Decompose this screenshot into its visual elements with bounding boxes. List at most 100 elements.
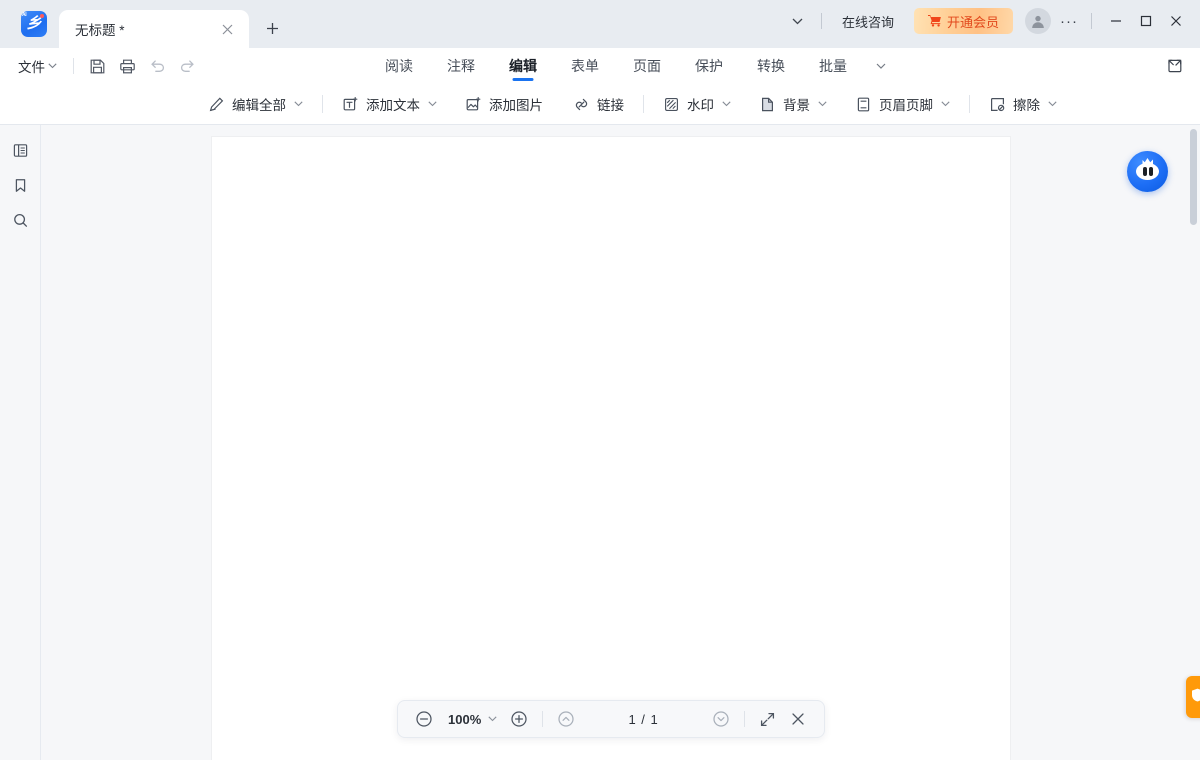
erase-icon xyxy=(989,96,1006,113)
ribbon-toolbar: 编辑全部 添加文本 添加图片 链接 水印 背景 页眉页脚 擦除 xyxy=(0,84,1200,125)
tab-annotate-label: 注释 xyxy=(447,58,475,74)
save-icon[interactable] xyxy=(84,53,110,79)
zoom-in-icon[interactable] xyxy=(507,707,531,731)
file-menu-button[interactable]: 文件 xyxy=(12,52,63,80)
tab-batch[interactable]: 批量 xyxy=(802,48,864,84)
minimize-window-button[interactable] xyxy=(1102,8,1130,34)
tab-form[interactable]: 表单 xyxy=(554,48,616,84)
menu-bar: 文件 阅读 注释 编辑 表单 页面 保护 转换 批量 xyxy=(0,48,1200,84)
erase-button[interactable]: 擦除 xyxy=(981,90,1065,118)
vertical-scrollbar[interactable] xyxy=(1188,125,1200,760)
online-consult-button[interactable]: 在线咨询 xyxy=(832,7,904,36)
maximize-window-button[interactable] xyxy=(1132,8,1160,34)
ai-assistant-bubble[interactable] xyxy=(1127,151,1168,192)
tab-protect-label: 保护 xyxy=(695,58,723,74)
tab-form-label: 表单 xyxy=(571,58,599,74)
account-avatar-icon[interactable] xyxy=(1025,8,1051,34)
tab-edit[interactable]: 编辑 xyxy=(492,48,554,84)
tab-read-label: 阅读 xyxy=(385,58,413,74)
tab-convert-label: 转换 xyxy=(757,58,785,74)
background-label: 背景 xyxy=(783,98,810,113)
tab-page[interactable]: 页面 xyxy=(616,48,678,84)
more-options-icon[interactable]: ··· xyxy=(1057,9,1081,33)
undo-icon[interactable] xyxy=(144,53,170,79)
close-window-button[interactable] xyxy=(1162,8,1190,34)
expand-window-icon[interactable] xyxy=(1162,53,1188,79)
chevron-down-icon[interactable] xyxy=(722,99,731,109)
divider xyxy=(643,95,644,113)
chevron-down-icon[interactable] xyxy=(1048,99,1057,109)
cart-icon xyxy=(927,14,942,29)
divider xyxy=(542,711,544,727)
add-text-button[interactable]: 添加文本 xyxy=(334,90,445,118)
add-text-label: 添加文本 xyxy=(366,98,420,113)
upgrade-vip-button[interactable]: 开通会员 xyxy=(913,8,1013,34)
application-window: AI 乡 无标题 * 在线咨询 开通会员 ··· 文件 阅读 注释 编辑 表单 … xyxy=(0,0,1200,760)
divider xyxy=(820,13,822,29)
ai-eye-left xyxy=(1142,167,1147,176)
search-panel-icon[interactable] xyxy=(6,207,34,233)
add-image-label: 添加图片 xyxy=(489,98,543,113)
link-button[interactable]: 链接 xyxy=(565,90,632,118)
chevron-down-icon[interactable] xyxy=(941,99,950,109)
tab-annotate[interactable]: 注释 xyxy=(430,48,492,84)
chevron-down-icon xyxy=(48,63,57,69)
shield-icon xyxy=(1191,688,1200,707)
add-text-icon xyxy=(342,96,359,113)
divider xyxy=(1091,13,1092,29)
chevron-down-icon[interactable] xyxy=(428,99,437,109)
tab-overflow-chevron-icon[interactable] xyxy=(785,8,811,34)
title-bar-right-controls: 在线咨询 开通会员 ··· xyxy=(785,0,1200,48)
divider xyxy=(969,95,970,113)
chevron-down-icon[interactable] xyxy=(294,99,303,109)
divider xyxy=(322,95,323,113)
zoom-out-icon[interactable] xyxy=(412,707,436,731)
background-button[interactable]: 背景 xyxy=(751,90,835,118)
new-tab-button[interactable] xyxy=(257,13,287,43)
header-footer-icon xyxy=(855,96,872,113)
quick-access-toolbar xyxy=(84,53,200,79)
ai-eye-right xyxy=(1148,167,1153,176)
zoom-level-value[interactable]: 100% xyxy=(448,712,481,727)
document-tab[interactable]: 无标题 * xyxy=(59,10,249,48)
page-indicator[interactable]: 1 / 1 xyxy=(628,712,658,727)
bookmark-panel-icon[interactable] xyxy=(6,172,34,198)
app-logo-icon: AI 乡 xyxy=(21,11,47,37)
header-footer-label: 页眉页脚 xyxy=(879,98,933,113)
previous-page-button[interactable] xyxy=(554,707,578,731)
tab-convert[interactable]: 转换 xyxy=(740,48,802,84)
title-bar: AI 乡 无标题 * 在线咨询 开通会员 ··· xyxy=(0,0,1200,48)
next-page-button[interactable] xyxy=(709,707,733,731)
watermark-label: 水印 xyxy=(687,98,714,113)
ribbon-tab-overflow-chevron-icon[interactable] xyxy=(868,53,894,79)
close-tab-icon[interactable] xyxy=(217,19,237,39)
watermark-button[interactable]: 水印 xyxy=(655,90,739,118)
edit-all-button[interactable]: 编辑全部 xyxy=(200,90,311,118)
ribbon-tab-bar: 阅读 注释 编辑 表单 页面 保护 转换 批量 xyxy=(368,48,894,84)
close-toolbar-button[interactable] xyxy=(786,707,810,731)
divider xyxy=(73,58,74,74)
link-label: 链接 xyxy=(597,98,624,113)
edit-all-icon xyxy=(208,96,225,113)
add-image-button[interactable]: 添加图片 xyxy=(457,90,551,118)
promo-shield-tab[interactable] xyxy=(1186,676,1200,718)
scrollbar-thumb[interactable] xyxy=(1190,129,1197,225)
add-image-icon xyxy=(465,96,482,113)
pdf-page[interactable] xyxy=(212,137,1010,760)
divider xyxy=(743,711,745,727)
tab-read[interactable]: 阅读 xyxy=(368,48,430,84)
zoom-dropdown-chevron-icon[interactable] xyxy=(488,714,497,724)
tab-protect[interactable]: 保护 xyxy=(678,48,740,84)
print-icon[interactable] xyxy=(114,53,140,79)
document-tab-title: 无标题 * xyxy=(75,23,125,38)
document-canvas[interactable] xyxy=(41,125,1200,760)
thumbnails-panel-icon[interactable] xyxy=(6,137,34,163)
tab-page-label: 页面 xyxy=(633,58,661,74)
fullscreen-button[interactable] xyxy=(756,707,780,731)
ai-assistant-face-icon xyxy=(1136,158,1159,180)
chevron-down-icon[interactable] xyxy=(818,99,827,109)
link-icon xyxy=(573,96,590,113)
redo-icon[interactable] xyxy=(174,53,200,79)
watermark-icon xyxy=(663,96,680,113)
header-footer-button[interactable]: 页眉页脚 xyxy=(847,90,958,118)
